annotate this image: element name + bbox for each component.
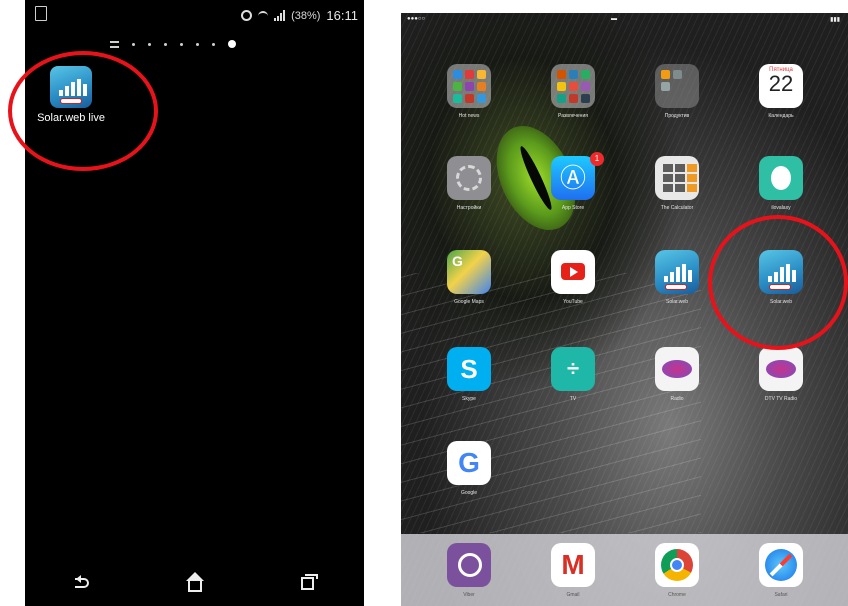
signal-icon — [274, 10, 286, 21]
back-icon[interactable] — [74, 575, 89, 588]
page-dot — [212, 42, 215, 46]
recent-apps-icon[interactable] — [301, 573, 319, 590]
folder-icon — [447, 64, 491, 108]
chrome-icon — [655, 543, 699, 587]
app-solar-web-2[interactable]: Solar.web — [642, 250, 712, 305]
app-label: App Store — [561, 205, 585, 211]
app-youtube[interactable]: YouTube — [538, 250, 608, 305]
app-ilovalaxy[interactable]: ilovalaxy — [746, 156, 816, 211]
app-label: ilovalaxy — [771, 205, 791, 211]
highlight-circle-ipad — [708, 215, 848, 350]
skype-icon: S — [447, 347, 491, 391]
menu-icon — [110, 40, 119, 48]
app-label: Google Maps — [454, 299, 484, 305]
youtube-icon — [551, 250, 595, 294]
app-google-maps[interactable]: Google Maps — [434, 250, 504, 305]
page-dot — [164, 42, 167, 46]
app-label: Развлечения — [558, 113, 588, 119]
folder-productivity[interactable]: Продуктив — [642, 64, 712, 119]
app-dtv-tv-radio[interactable]: DTV TV Radio — [746, 347, 816, 402]
dock-app-chrome[interactable]: Chrome — [642, 543, 712, 598]
solar-web-icon — [655, 250, 699, 294]
folder-entertainment[interactable]: Развлечения — [538, 64, 608, 119]
app-app-store[interactable]: Ⓐ 1 App Store — [538, 152, 608, 211]
app-label: Viber — [463, 592, 475, 598]
maps-icon — [447, 250, 491, 294]
home-icon[interactable] — [185, 571, 204, 592]
status-time: 16:11 — [326, 8, 358, 23]
app-label: Hot news — [458, 113, 480, 119]
alarm-icon — [241, 10, 253, 21]
app-label: Chrome — [668, 592, 686, 598]
app-label: Solar.web — [666, 299, 688, 305]
page-dot-active — [228, 40, 236, 48]
notification-badge: 1 — [590, 152, 604, 166]
home-page-indicator[interactable] — [110, 40, 236, 48]
dock-app-safari[interactable]: Safari — [746, 543, 816, 598]
app-label: Календарь — [768, 113, 794, 119]
gmail-icon: M — [551, 543, 595, 587]
app-label: Skype — [462, 396, 476, 402]
app-label: Продуктив — [664, 113, 690, 119]
dock-app-gmail[interactable]: M Gmail — [538, 543, 608, 598]
page-dot — [132, 42, 135, 46]
calendar-icon: Пятница 22 — [759, 64, 803, 108]
app-label: DTV TV Radio — [764, 396, 798, 402]
screenshot-notification-icon — [35, 6, 47, 21]
app-google[interactable]: G Google — [434, 441, 504, 496]
app-label: Gmail — [566, 592, 580, 598]
safari-icon — [759, 543, 803, 587]
status-bar: (38%) 16:11 — [25, 0, 364, 30]
radio-icon — [655, 347, 699, 391]
app-label: Radio — [670, 396, 684, 402]
folder-icon — [551, 64, 595, 108]
dock-app-viber[interactable]: Viber — [434, 543, 504, 598]
app-label: The Calculator — [660, 205, 694, 211]
google-icon: G — [447, 441, 491, 485]
calendar-date: 22 — [768, 71, 794, 96]
app-label: Google — [460, 490, 478, 496]
app-tv[interactable]: ÷ TV — [538, 347, 608, 402]
app-label: TV — [569, 396, 577, 402]
app-radio[interactable]: Radio — [642, 347, 712, 402]
page-dot — [180, 42, 183, 46]
app-store-icon: Ⓐ — [551, 156, 595, 200]
nav-bar — [25, 560, 364, 606]
status-bar: ●●●○○ ▬ ▮▮▮ — [407, 16, 840, 23]
app-skype[interactable]: S Skype — [434, 347, 504, 402]
viber-icon — [447, 543, 491, 587]
location-icon — [759, 156, 803, 200]
app-label: YouTube — [563, 299, 583, 305]
highlight-circle-android — [8, 51, 158, 171]
tv-icon: ÷ — [551, 347, 595, 391]
page-dot — [196, 42, 199, 46]
page-dot — [148, 42, 151, 46]
app-label: Safari — [774, 592, 788, 598]
radio-icon — [759, 347, 803, 391]
gear-icon — [447, 156, 491, 200]
calculator-icon — [655, 156, 699, 200]
app-settings[interactable]: Настройки — [434, 156, 504, 211]
battery-percent: (38%) — [291, 9, 321, 22]
wifi-icon — [258, 10, 269, 21]
app-calendar[interactable]: Пятница 22 Календарь — [746, 64, 816, 119]
app-label: Настройки — [456, 205, 482, 211]
folder-hot-news[interactable]: Hot news — [434, 64, 504, 119]
dock: Viber M Gmail Chrome Safari — [401, 534, 848, 606]
folder-icon — [655, 64, 699, 108]
app-calculator[interactable]: The Calculator — [642, 156, 712, 211]
